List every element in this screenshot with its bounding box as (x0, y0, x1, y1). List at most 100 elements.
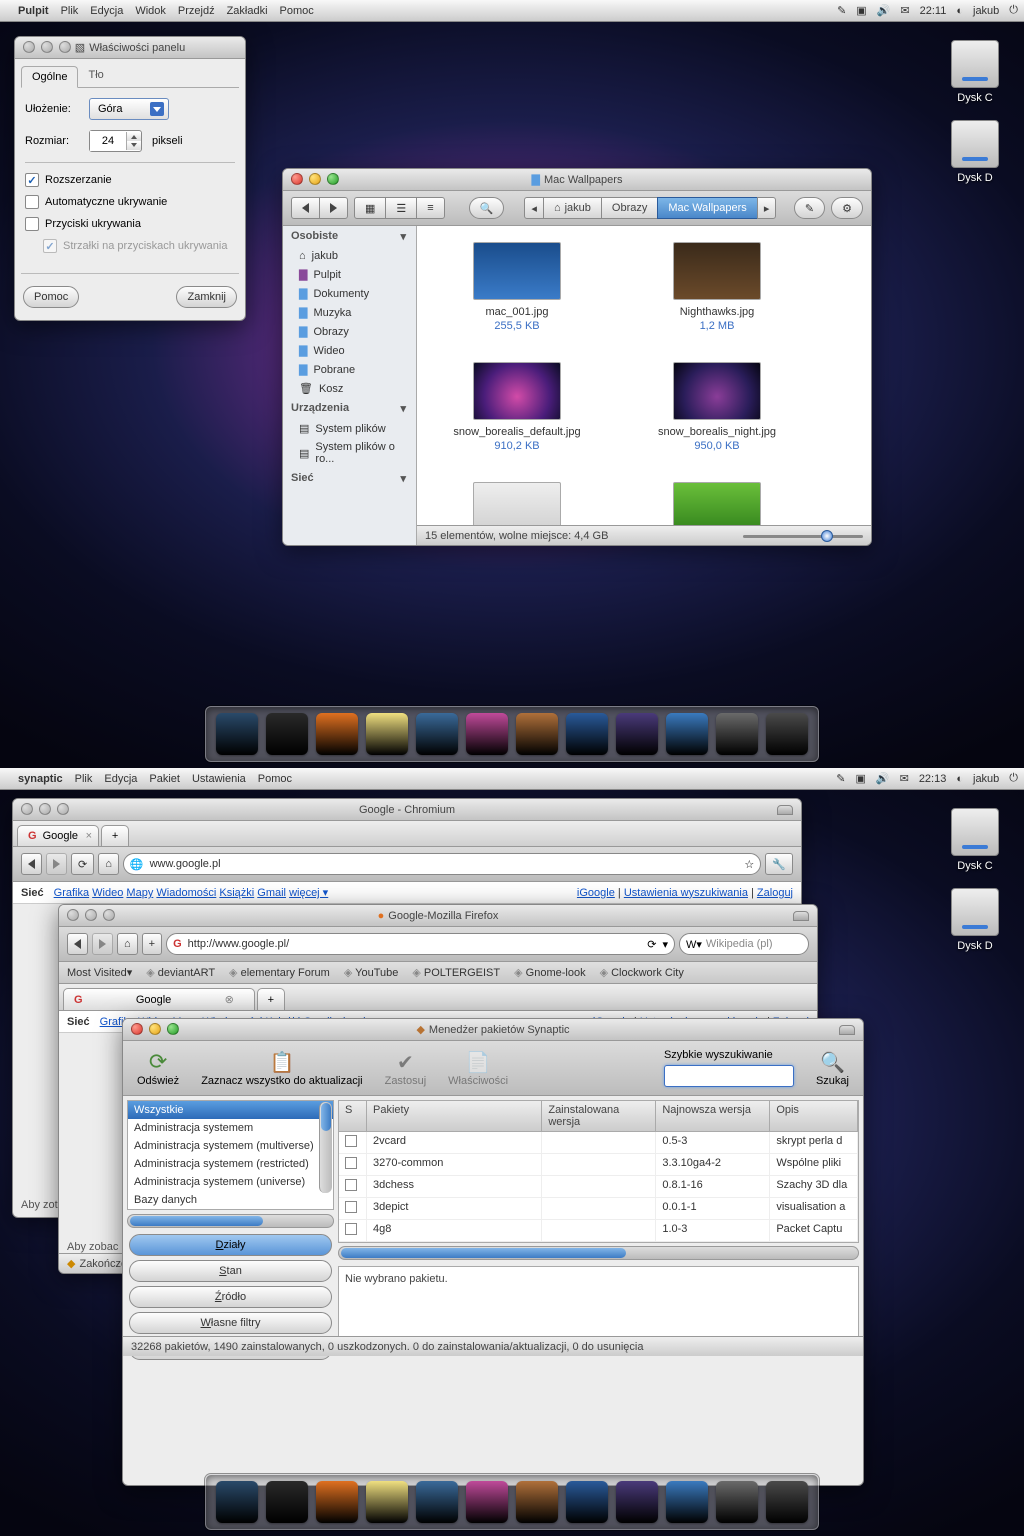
pkg-checkbox[interactable] (345, 1157, 357, 1169)
volume-icon[interactable]: 🔊 (876, 772, 890, 785)
sidebar-heading-devices[interactable]: Urządzenia▾ (283, 398, 416, 419)
menu-item[interactable]: Edycja (90, 5, 123, 17)
menu-item[interactable]: Plik (75, 773, 93, 785)
volume-icon[interactable]: 🔊 (877, 4, 891, 17)
view-button[interactable]: Działy (129, 1234, 332, 1256)
close-icon[interactable] (67, 909, 79, 921)
dock-app-8[interactable] (616, 713, 658, 755)
most-visited-button[interactable]: Most Visited▾ (67, 966, 132, 979)
dock-app-8[interactable] (616, 1481, 658, 1523)
bookmark-item[interactable]: ◈ Clockwork City (600, 967, 684, 979)
forward-button[interactable] (319, 197, 348, 219)
dock-app-1[interactable] (266, 1481, 308, 1523)
minimize-icon[interactable] (309, 173, 321, 185)
maximize-icon[interactable] (327, 173, 339, 185)
vscrollbar[interactable] (319, 1102, 332, 1193)
file-item[interactable]: mac_001.jpg255,5 KB (447, 242, 587, 332)
sidebar-item-desktop[interactable]: ▇Pulpit (283, 265, 416, 284)
sidebar-item-trash[interactable]: 🗑Kosz (283, 379, 416, 398)
column-header[interactable]: Zainstalowana wersja (542, 1101, 656, 1132)
home-button[interactable]: ⌂ (117, 933, 138, 955)
path-forward[interactable]: ▸ (757, 197, 777, 219)
reload-button[interactable]: ⟳ (71, 853, 94, 875)
edit-button[interactable]: ✎ (794, 197, 825, 219)
menu-item[interactable]: Plik (61, 5, 79, 17)
dock-app-5[interactable] (466, 713, 508, 755)
view-button[interactable]: Własne filtry (129, 1312, 332, 1334)
pkg-checkbox[interactable] (345, 1135, 357, 1147)
close-icon[interactable] (21, 803, 33, 815)
dock-app-10[interactable] (716, 713, 758, 755)
dock-app-11[interactable] (766, 713, 808, 755)
category-item[interactable]: Administracja systemem (restricted) (128, 1155, 333, 1173)
nav-link[interactable]: Zaloguj (757, 887, 793, 899)
dock-app-2[interactable] (316, 1481, 358, 1523)
sidebar-item-videos[interactable]: ▇Wideo (283, 341, 416, 360)
mark-all-button[interactable]: 📋Zaznacz wszystko do aktualizacji (201, 1050, 362, 1087)
power-icon[interactable]: ⏻ (1009, 4, 1018, 17)
bookmark-item[interactable]: ◈ YouTube (344, 967, 399, 979)
dock-app-3[interactable] (366, 1481, 408, 1523)
minimize-icon[interactable] (85, 909, 97, 921)
maximize-icon[interactable] (59, 41, 71, 53)
spin-up-icon[interactable] (127, 132, 141, 141)
sidebar-item-filesystem-ro[interactable]: ▤System plików o ro... (283, 438, 416, 468)
column-header[interactable]: S (339, 1101, 367, 1132)
column-header[interactable]: Opis (770, 1101, 858, 1132)
dock-app-6[interactable] (516, 713, 558, 755)
bookmark-item[interactable]: ◈ deviantART (146, 967, 215, 979)
nav-link[interactable]: więcej ▾ (289, 887, 328, 899)
sidebar-heading-network[interactable]: Sieć▾ (283, 468, 416, 489)
close-button[interactable]: Zamknij (176, 286, 237, 308)
pen-icon[interactable]: ✎ (837, 4, 846, 17)
username[interactable]: jakub (973, 5, 999, 17)
minimize-icon[interactable] (41, 41, 53, 53)
battery-icon[interactable]: ▣ (856, 4, 866, 17)
zoom-slider[interactable] (743, 529, 863, 543)
size-spinner[interactable] (89, 130, 142, 152)
view-button[interactable]: Stan (129, 1260, 332, 1282)
pill-icon[interactable] (839, 1025, 855, 1035)
view-icons-button[interactable]: ▦ (354, 197, 386, 219)
back-button[interactable] (67, 933, 88, 955)
sidebar-item-music[interactable]: ▇Muzyka (283, 303, 416, 322)
nav-link[interactable]: Wiadomości (156, 887, 216, 899)
dock-app-10[interactable] (716, 1481, 758, 1523)
category-item[interactable]: Administracja systemem (128, 1119, 333, 1137)
dock-app-9[interactable] (666, 1481, 708, 1523)
hidebtns-checkbox[interactable] (25, 217, 39, 231)
minimize-icon[interactable] (39, 803, 51, 815)
sidebar-heading-personal[interactable]: Osobiste▾ (283, 226, 416, 247)
hscrollbar[interactable] (338, 1246, 859, 1260)
nav-link[interactable]: iGoogle (577, 887, 615, 899)
bookmark-item[interactable]: ◈ elementary Forum (229, 967, 330, 979)
dock-app-4[interactable] (416, 713, 458, 755)
file-item[interactable]: snow_borealis_default.jpg910,2 KB (447, 362, 587, 452)
file-item[interactable]: Summer-Leaves.jpg1,2 MB (647, 482, 787, 525)
table-cell[interactable] (339, 1220, 367, 1242)
view-compact-button[interactable]: ≡ (416, 197, 444, 219)
star-icon[interactable]: ☆ (744, 858, 754, 871)
spin-down-icon[interactable] (127, 141, 141, 150)
titlebar[interactable]: Google - Chromium (13, 799, 801, 821)
minimize-icon[interactable] (149, 1023, 161, 1035)
sidebar-item-downloads[interactable]: ▇Pobrane (283, 360, 416, 379)
dock-app-11[interactable] (766, 1481, 808, 1523)
tab-background[interactable]: Tło (78, 65, 113, 87)
close-tab-icon[interactable]: ⊗ (225, 993, 234, 1006)
reload-icon[interactable]: ⟳ (647, 938, 656, 951)
desktop-drive-d[interactable]: Dysk D (940, 888, 1010, 952)
tab-google[interactable]: GGoogle⊗ (63, 988, 255, 1010)
dock-app-2[interactable] (316, 713, 358, 755)
mail-icon[interactable]: ✉ (900, 772, 909, 785)
maximize-icon[interactable] (167, 1023, 179, 1035)
dock-app-3[interactable] (366, 713, 408, 755)
mail-icon[interactable]: ✉ (900, 4, 909, 17)
dock-app-6[interactable] (516, 1481, 558, 1523)
column-header[interactable]: Pakiety (367, 1101, 542, 1132)
search-box[interactable]: W▾Wikipedia (pl) (679, 933, 809, 955)
dock-app-5[interactable] (466, 1481, 508, 1523)
app-name[interactable]: synaptic (18, 773, 63, 785)
nav-link[interactable]: Grafika (54, 887, 89, 899)
desktop-drive-d[interactable]: Dysk D (940, 120, 1010, 184)
